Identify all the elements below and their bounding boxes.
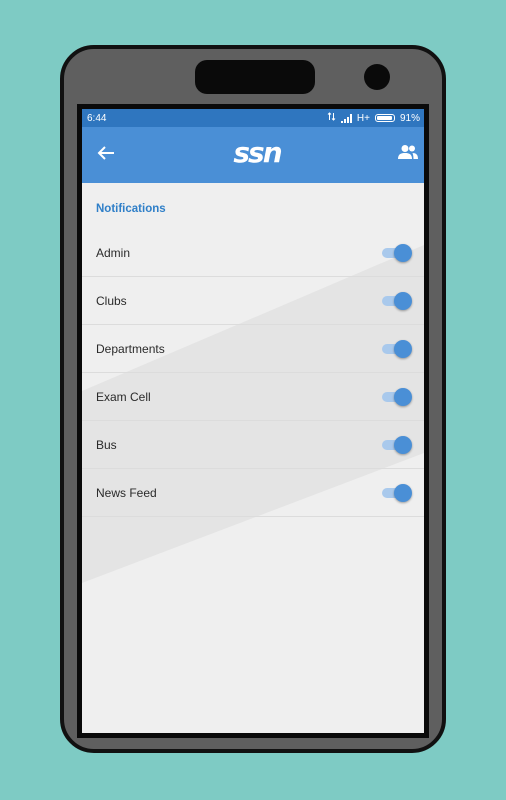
setting-label-exam-cell: Exam Cell <box>96 390 151 404</box>
app-screen: 6:44 H+ 91% ssn Notifications Admin Club… <box>82 109 424 733</box>
toggle-thumb <box>394 388 412 406</box>
toggle-exam-cell[interactable] <box>380 387 414 407</box>
phone-frame: 6:44 H+ 91% ssn Notifications Admin Club… <box>60 45 446 753</box>
status-time: 6:44 <box>87 112 107 124</box>
people-button[interactable] <box>396 142 420 166</box>
setting-label-departments: Departments <box>96 342 165 356</box>
toggle-departments[interactable] <box>380 339 414 359</box>
toggle-thumb <box>394 436 412 454</box>
people-icon <box>397 144 419 165</box>
setting-label-news-feed: News Feed <box>96 486 157 500</box>
back-button[interactable] <box>92 141 120 169</box>
app-bar: ssn <box>82 127 424 183</box>
notifications-section-title: Notifications <box>96 203 166 215</box>
setting-row-bus[interactable]: Bus <box>82 421 424 469</box>
toggle-admin[interactable] <box>380 243 414 263</box>
setting-label-clubs: Clubs <box>96 294 127 308</box>
toggle-thumb <box>394 484 412 502</box>
back-arrow-icon <box>97 145 115 166</box>
data-transfer-icon <box>327 112 336 124</box>
screen-bezel: 6:44 H+ 91% ssn Notifications Admin Club… <box>77 104 429 738</box>
setting-label-bus: Bus <box>96 438 117 452</box>
setting-row-exam-cell[interactable]: Exam Cell <box>82 373 424 421</box>
setting-row-admin[interactable]: Admin <box>82 229 424 277</box>
toggle-thumb <box>394 244 412 262</box>
status-indicators: H+ 91% <box>327 112 420 124</box>
setting-row-news-feed[interactable]: News Feed <box>82 469 424 517</box>
toggle-thumb <box>394 340 412 358</box>
setting-label-admin: Admin <box>96 246 131 260</box>
setting-row-clubs[interactable]: Clubs <box>82 277 424 325</box>
network-type: H+ <box>356 112 370 124</box>
toggle-news-feed[interactable] <box>380 483 414 503</box>
battery-percent: 91% <box>399 112 420 124</box>
phone-camera <box>364 64 390 90</box>
phone-speaker <box>195 60 315 94</box>
battery-icon <box>374 114 395 122</box>
signal-icon <box>340 113 352 123</box>
toggle-thumb <box>394 292 412 310</box>
toggle-clubs[interactable] <box>380 291 414 311</box>
app-logo: ssn <box>233 136 282 169</box>
status-bar: 6:44 H+ 91% <box>82 109 424 127</box>
setting-row-departments[interactable]: Departments <box>82 325 424 373</box>
toggle-bus[interactable] <box>380 435 414 455</box>
